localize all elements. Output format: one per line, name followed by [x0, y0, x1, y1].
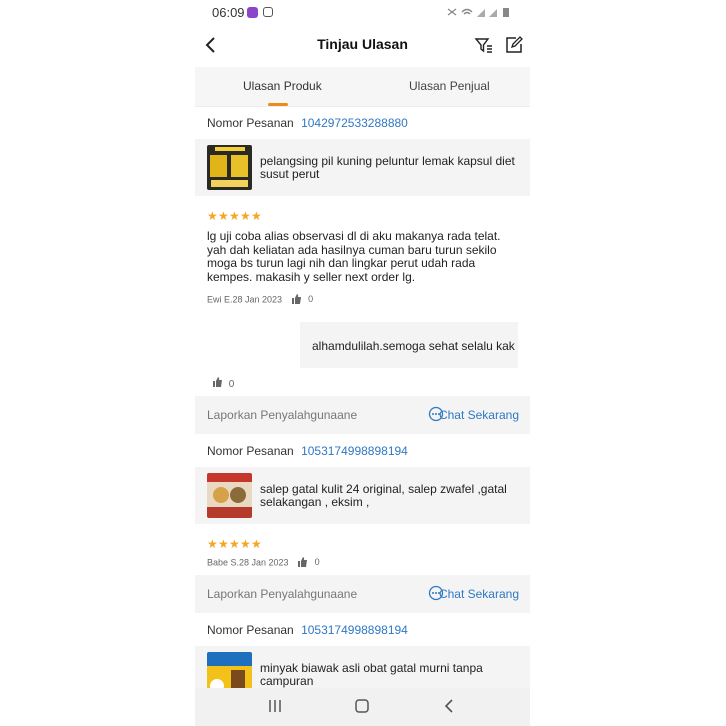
like-count: 0: [314, 557, 320, 568]
order-label: Nomor Pesanan: [207, 623, 294, 637]
product-name: pelangsing pil kuning peluntur lemak kap…: [260, 154, 515, 181]
star-icon: ★: [240, 537, 251, 551]
filter-icon[interactable]: [474, 35, 494, 60]
reviewer-date: Ewi E.28 Jan 2023: [207, 294, 283, 305]
tab-ulasan-penjual[interactable]: Ulasan Penjual: [409, 79, 490, 93]
system-nav-bar: [195, 688, 530, 726]
home-icon[interactable]: [354, 698, 370, 719]
app-header: Tinjau Ulasan: [195, 26, 530, 66]
signal-battery-icons: [446, 6, 516, 21]
reviewer-date: Babe S.28 Jan 2023: [207, 557, 289, 568]
product-card[interactable]: minyak biawak asli obat gatal murni tanp…: [195, 646, 530, 697]
product-thumbnail: [207, 145, 252, 190]
star-icon: ★: [218, 209, 229, 223]
star-icon: ★: [251, 209, 262, 223]
recent-apps-icon[interactable]: [267, 698, 283, 719]
review-actions-bar: Laporkan Penyalahgunaane Chat Sekarang: [195, 575, 530, 613]
status-bar: 06:09: [195, 0, 530, 26]
reply-like-count: 0: [228, 379, 235, 390]
star-icon: ★: [218, 537, 229, 551]
product-thumbnail: [207, 473, 252, 518]
seller-reply-text: alhamdulilah.semoga sehat selalu kak: [312, 339, 515, 353]
review-text: lg uji coba alias observasi dl di aku ma…: [207, 229, 501, 284]
order-number-link[interactable]: 1042972533288880: [301, 116, 408, 130]
star-icon: ★: [229, 209, 240, 223]
review-actions-bar: Laporkan Penyalahgunaane Chat Sekarang: [195, 396, 530, 434]
order-number-row: Nomor Pesanan 1053174998898194: [207, 444, 408, 458]
status-time: 06:09: [212, 5, 245, 20]
thumbs-up-icon[interactable]: [297, 557, 308, 569]
report-abuse-link[interactable]: Laporkan Penyalahgunaane: [207, 587, 357, 601]
report-abuse-link[interactable]: Laporkan Penyalahgunaane: [207, 408, 357, 422]
star-icon: ★: [229, 537, 240, 551]
tab-ulasan-produk[interactable]: Ulasan Produk: [243, 79, 322, 93]
product-card[interactable]: salep gatal kulit 24 original, salep zwa…: [195, 467, 530, 524]
product-name: salep gatal kulit 24 original, salep zwa…: [260, 482, 507, 509]
seller-reply-bubble: alhamdulilah.semoga sehat selalu kak: [300, 322, 518, 368]
order-number-link[interactable]: 1053174998898194: [301, 623, 408, 637]
order-number-link[interactable]: 1053174998898194: [301, 444, 408, 458]
review-meta: Babe S.28 Jan 2023 0: [207, 557, 320, 569]
chat-now-button[interactable]: Chat Sekarang: [439, 587, 519, 601]
product-name: minyak biawak asli obat gatal murni tanp…: [260, 661, 483, 688]
star-icon: ★: [207, 209, 218, 223]
like-count: 0: [308, 294, 314, 305]
thumbs-up-icon[interactable]: [212, 377, 226, 390]
phone-screen: 06:09 Tinjau Ulasan Ulasan Produk Ulasan…: [195, 0, 530, 726]
review-tabs: Ulasan Produk Ulasan Penjual: [195, 67, 530, 107]
thumbs-up-icon[interactable]: [291, 294, 302, 306]
active-tab-indicator: [268, 103, 288, 106]
star-icon: ★: [240, 209, 251, 223]
star-icon: ★: [251, 537, 262, 551]
product-card[interactable]: pelangsing pil kuning peluntur lemak kap…: [195, 139, 530, 196]
chat-now-button[interactable]: Chat Sekarang: [439, 408, 519, 422]
back-nav-icon[interactable]: [441, 698, 457, 719]
order-number-row: Nomor Pesanan 1042972533288880: [207, 116, 408, 130]
order-label: Nomor Pesanan: [207, 116, 294, 130]
reply-like-row: 0: [212, 377, 234, 390]
notification-app-icon: [247, 7, 258, 18]
notification-square-icon: [263, 7, 273, 17]
rating-stars: ★★★★★: [207, 207, 262, 225]
review-meta: Ewi E.28 Jan 2023 0: [207, 294, 313, 306]
star-icon: ★: [207, 537, 218, 551]
order-label: Nomor Pesanan: [207, 444, 294, 458]
rating-stars: ★★★★★: [207, 535, 262, 553]
write-review-icon[interactable]: [504, 35, 524, 60]
order-number-row: Nomor Pesanan 1053174998898194: [207, 623, 408, 637]
